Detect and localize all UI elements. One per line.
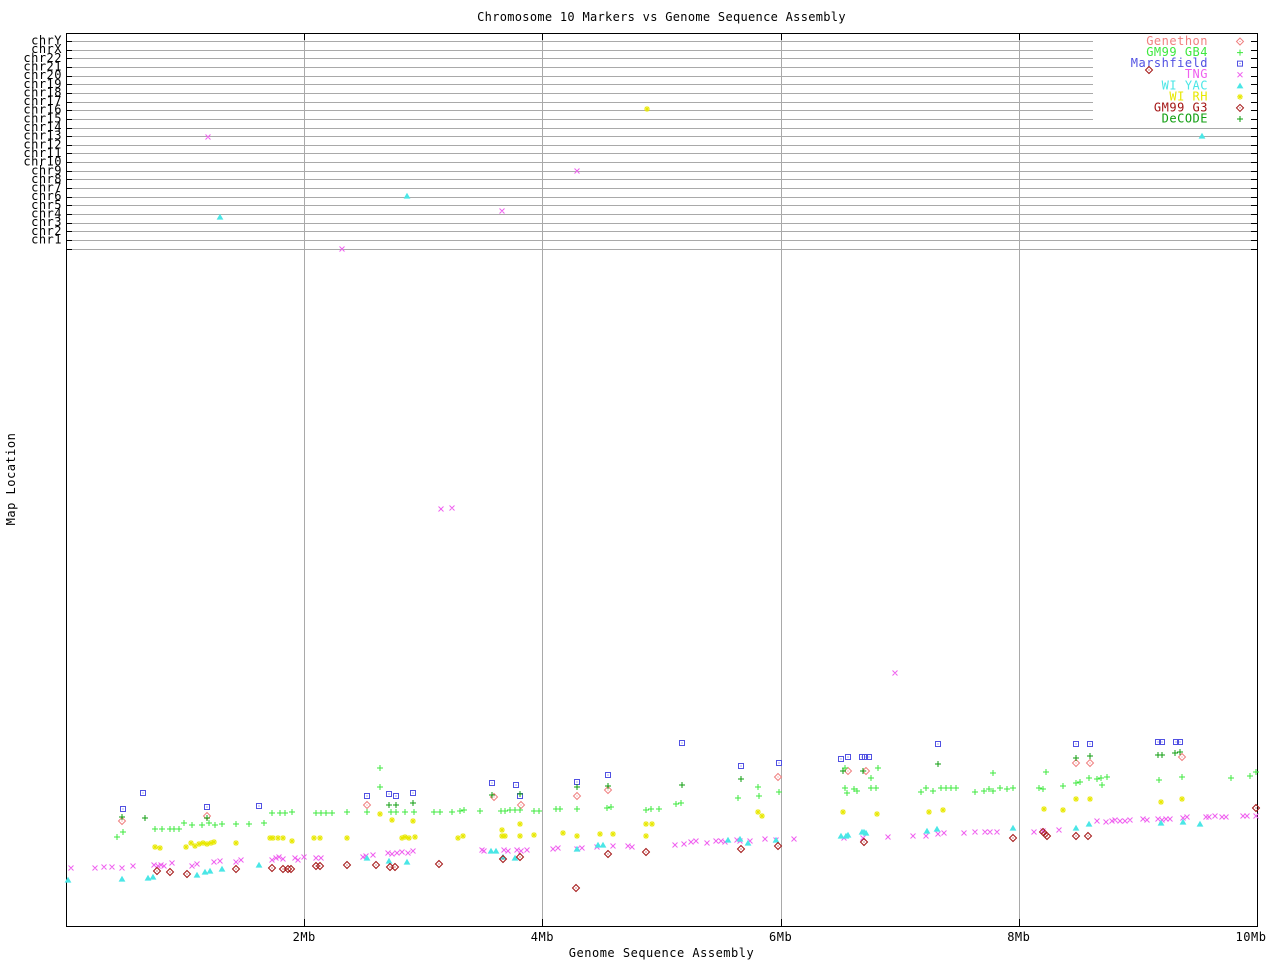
y-tick-label: chr1: [31, 232, 62, 246]
series-points-wi-rh: [152, 106, 1185, 851]
chart-screen: Chromosome 10 Markers vs Genome Sequence…: [0, 0, 1280, 960]
series-points-wi-yac: [64, 132, 1206, 883]
x-tick-label: 4Mb: [531, 930, 554, 944]
series-points-tng: [68, 134, 1259, 871]
plot-border: [66, 33, 1258, 927]
legend-asterisk-icon: [1237, 93, 1243, 100]
series-points-gm99-g3: [152, 65, 1261, 893]
plot-area: chrYchrXchr22chr21chr20chr19chr18chr17ch…: [23, 33, 1267, 944]
x-tick-label: 8Mb: [1007, 930, 1030, 944]
series-points-gm99-gb4: [114, 765, 1259, 840]
series-points-genethon: [117, 752, 1187, 826]
series-points-marshfield: [120, 739, 1183, 812]
x-tick-label: 2Mb: [293, 930, 316, 944]
legend-label: DeCODE: [1162, 111, 1208, 125]
axis-ticks: [66, 33, 1258, 926]
x-tick-label: 10Mb: [1236, 930, 1267, 944]
x-tick-label: 6Mb: [769, 930, 792, 944]
